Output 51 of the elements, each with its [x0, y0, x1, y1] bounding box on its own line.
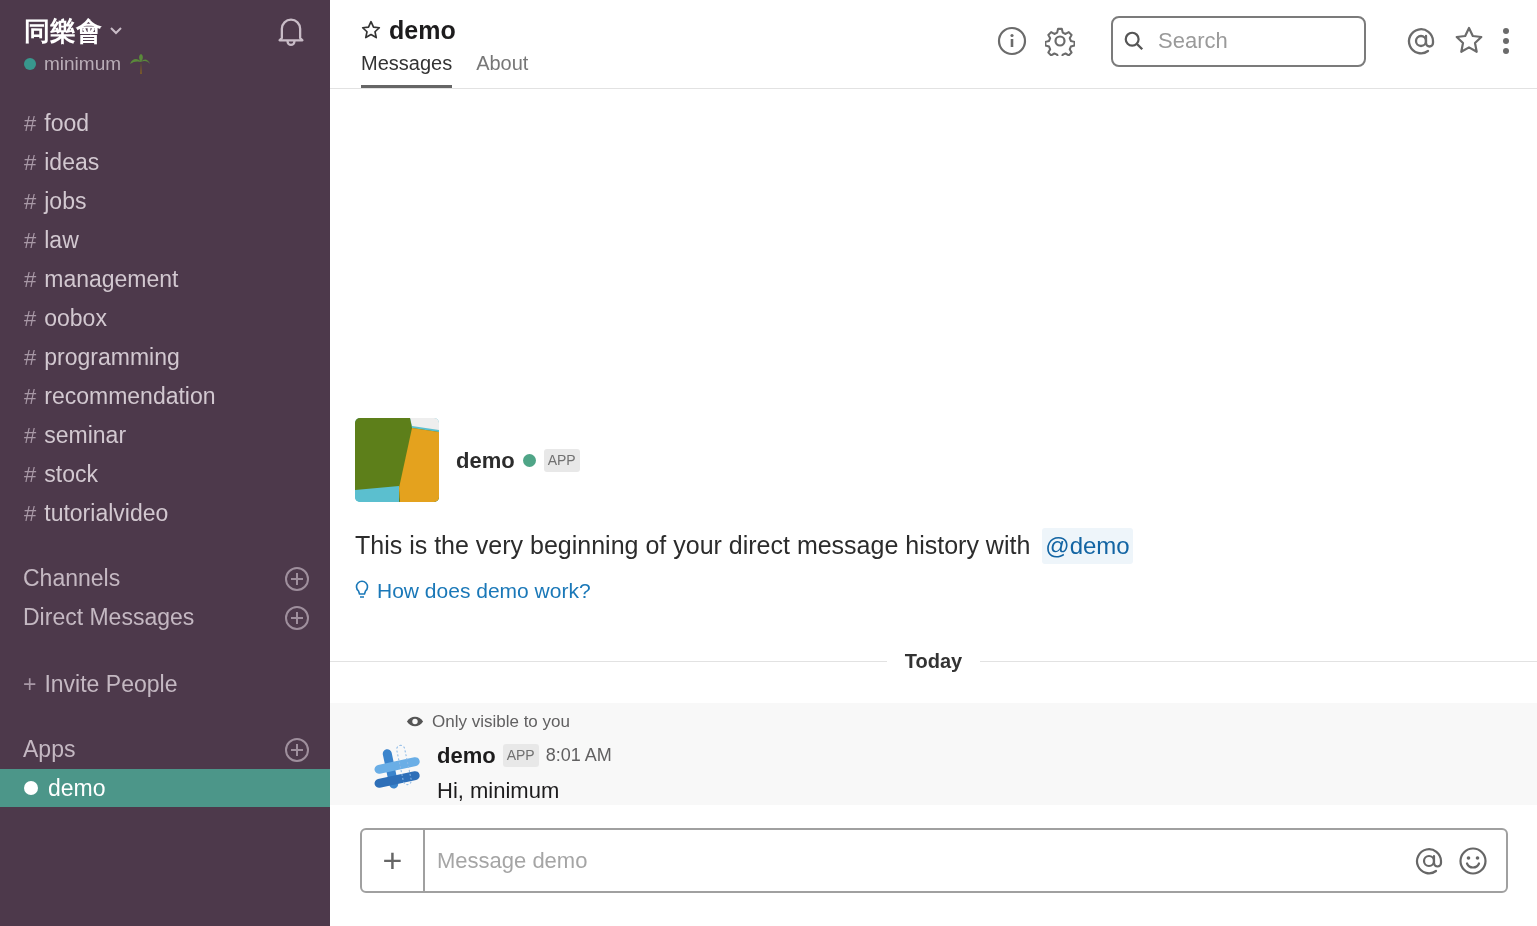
- channel-item[interactable]: # management: [0, 260, 330, 299]
- app-badge: APP: [502, 743, 539, 767]
- help-link[interactable]: How does demo work?: [377, 574, 591, 606]
- team-name[interactable]: 同樂會: [24, 12, 102, 50]
- more-icon[interactable]: [1502, 27, 1510, 55]
- eye-icon: [406, 715, 424, 729]
- channel-item[interactable]: # jobs: [0, 182, 330, 221]
- intro-text: This is the very beginning of your direct message history with: [355, 530, 1031, 561]
- channel-title: demo: [389, 15, 456, 46]
- attach-button[interactable]: +: [362, 830, 425, 891]
- invite-people-link[interactable]: + Invite People: [0, 665, 330, 704]
- app-badge: APP: [543, 448, 580, 472]
- add-icon[interactable]: [284, 736, 310, 763]
- channel-item[interactable]: # food: [0, 104, 330, 143]
- info-icon[interactable]: [997, 26, 1027, 56]
- message-composer[interactable]: + Message demo: [360, 828, 1508, 893]
- channel-item[interactable]: # seminar: [0, 416, 330, 455]
- user-name[interactable]: minimum: [44, 50, 122, 79]
- visibility-note: Only visible to you: [432, 711, 570, 733]
- date-divider: Today: [903, 649, 964, 674]
- section-heading[interactable]: Direct Messages: [23, 600, 195, 635]
- mention-icon[interactable]: [1406, 26, 1436, 56]
- message-text: Hi, minimum: [437, 776, 561, 805]
- app-name[interactable]: demo: [456, 443, 515, 477]
- channel-item[interactable]: # law: [0, 221, 330, 260]
- tab[interactable]: About: [476, 48, 529, 88]
- message-author[interactable]: demo: [437, 738, 496, 772]
- search-icon: [1123, 29, 1145, 52]
- star-icon[interactable]: [1454, 26, 1484, 56]
- add-icon[interactable]: [284, 604, 310, 631]
- mention-icon[interactable]: [1414, 845, 1444, 876]
- channel-item[interactable]: # ideas: [0, 143, 330, 182]
- emoji-icon[interactable]: [1458, 845, 1488, 876]
- channel-item[interactable]: # oobox: [0, 299, 330, 338]
- channel-item[interactable]: # stock: [0, 455, 330, 494]
- star-icon[interactable]: [361, 20, 381, 40]
- channel-item[interactable]: # tutorialvideo: [0, 494, 330, 533]
- channel-item[interactable]: # programming: [0, 338, 330, 377]
- mention-link[interactable]: @demo: [1042, 527, 1133, 564]
- message-input[interactable]: Message demo: [425, 830, 1414, 891]
- settings-icon[interactable]: [1045, 26, 1075, 56]
- palm-tree-icon: [129, 53, 152, 76]
- section-heading[interactable]: Channels: [23, 561, 121, 596]
- tab[interactable]: Messages: [361, 48, 453, 88]
- app-item[interactable]: demo: [0, 769, 330, 807]
- search-field[interactable]: Search: [1111, 15, 1366, 67]
- section-heading[interactable]: Apps: [23, 732, 76, 767]
- message-time[interactable]: 8:01 AM: [545, 741, 612, 769]
- channel-item[interactable]: # recommendation: [0, 377, 330, 416]
- chevron-down-icon[interactable]: [110, 27, 122, 35]
- add-icon[interactable]: [284, 565, 310, 592]
